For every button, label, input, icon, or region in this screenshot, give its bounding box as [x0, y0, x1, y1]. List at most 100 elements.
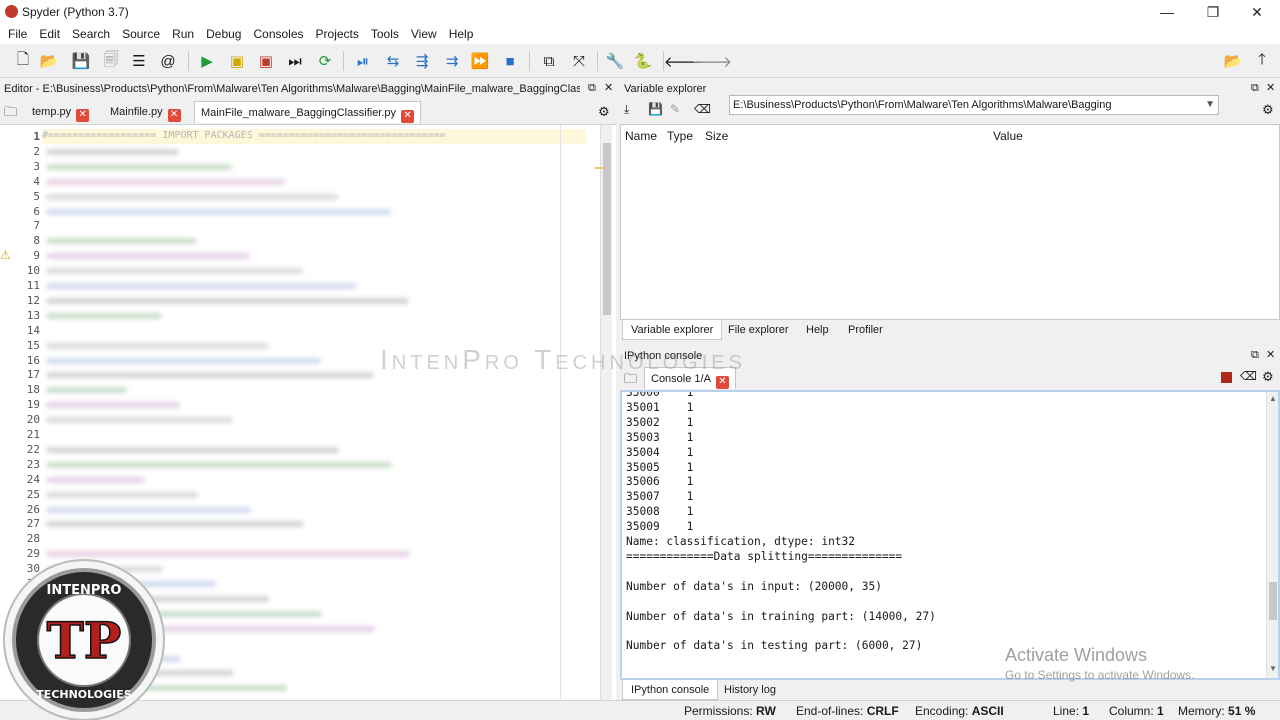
warning-icon: ⚠: [0, 248, 11, 262]
run-cell-advance-icon[interactable]: ▣: [255, 50, 277, 72]
close-tab-icon[interactable]: ✕: [715, 376, 729, 389]
eraser-icon[interactable]: ⌫: [1240, 369, 1257, 383]
header-name[interactable]: Name: [625, 129, 657, 143]
menu-debug[interactable]: Debug: [206, 27, 249, 41]
minimize-button[interactable]: —: [1144, 0, 1190, 24]
menu-projects[interactable]: Projects: [316, 27, 367, 41]
step-into-icon[interactable]: ⇶: [411, 50, 433, 72]
working-directory-value: E:\Business\Products\Python\From\Malware…: [733, 99, 1112, 111]
console-scroll-thumb[interactable]: [1269, 582, 1277, 620]
open-file-icon[interactable]: 📂: [38, 50, 60, 72]
close-tab-icon[interactable]: ✕: [167, 109, 181, 122]
gear-icon[interactable]: ⚙: [1262, 369, 1274, 385]
close-pane-icon[interactable]: ✕: [604, 81, 613, 94]
run-icon[interactable]: ▶: [196, 50, 218, 72]
stop-kernel-icon[interactable]: [1221, 372, 1232, 383]
line-number: 25: [26, 487, 40, 501]
tab-file-explorer[interactable]: File explorer: [720, 320, 797, 340]
variable-explorer[interactable]: Name Type Size Value: [620, 124, 1280, 320]
menu-source[interactable]: Source: [122, 27, 168, 41]
menu-help[interactable]: Help: [449, 27, 482, 41]
line-number: 7: [33, 219, 40, 233]
undock-icon[interactable]: ⧉: [588, 82, 596, 95]
chevron-down-icon[interactable]: ▼: [1205, 96, 1215, 114]
save-as-icon[interactable]: ✎: [670, 102, 680, 116]
forward-arrow-icon[interactable]: 🡒: [692, 50, 732, 72]
line-number: 10: [26, 264, 40, 278]
tab-variable-explorer[interactable]: Variable explorer: [622, 320, 723, 340]
menu-search[interactable]: Search: [72, 27, 118, 41]
tab-temp[interactable]: temp.py ✕: [26, 101, 95, 123]
menu-consoles[interactable]: Consoles: [253, 27, 311, 41]
line-number: 5: [33, 189, 40, 203]
maximize-pane-icon[interactable]: ⧉: [538, 50, 560, 72]
menu-run[interactable]: Run: [172, 27, 202, 41]
save-all-icon[interactable]: 🗐: [100, 50, 122, 72]
line-number: 16: [26, 353, 40, 367]
run-cell-icon[interactable]: ▣: [226, 50, 248, 72]
line-number: 21: [26, 428, 40, 441]
fullscreen-icon[interactable]: ⤧: [568, 50, 590, 72]
working-directory-input[interactable]: E:\Business\Products\Python\From\Malware…: [729, 95, 1219, 115]
menu-file[interactable]: File: [8, 27, 35, 41]
preferences-icon[interactable]: 🔧: [604, 50, 626, 72]
run-selection-icon[interactable]: ⏭: [284, 50, 306, 72]
header-size[interactable]: Size: [705, 129, 728, 143]
console-output: 35000 1 35001 1 35002 1 35003 1 35004 1 …: [626, 392, 936, 653]
close-window-button[interactable]: ✕: [1234, 0, 1280, 24]
line-number: 18: [26, 383, 40, 397]
watermark-text: IntenPro Technologies: [380, 344, 746, 375]
code-line: [46, 208, 391, 215]
menu-view[interactable]: View: [411, 27, 445, 41]
code-line: [46, 268, 303, 275]
browse-tabs-icon[interactable]: 🗀: [4, 103, 17, 125]
save-file-icon[interactable]: 💾: [70, 50, 92, 72]
save-data-icon[interactable]: 💾: [648, 102, 663, 116]
line-number: 15: [26, 338, 40, 352]
browse-folder-icon[interactable]: 📂: [1222, 50, 1244, 72]
menu-tools[interactable]: Tools: [371, 27, 407, 41]
undock-icon[interactable]: ⧉: [1251, 82, 1259, 95]
menu-edit[interactable]: Edit: [39, 27, 68, 41]
tab-profiler[interactable]: Profiler: [840, 320, 891, 340]
code-line: [46, 178, 285, 185]
new-file-icon[interactable]: 🗋: [12, 50, 34, 72]
undock-icon[interactable]: ⧉: [1251, 349, 1259, 362]
code-line: [46, 253, 250, 260]
close-tab-icon[interactable]: ✕: [401, 110, 415, 123]
tab-mainfile[interactable]: Mainfile.py ✕: [104, 101, 187, 123]
tab-mainfile-bagging[interactable]: MainFile_malware_BaggingClassifier.py ✕: [194, 101, 422, 123]
header-value[interactable]: Value: [993, 129, 1023, 143]
stop-debug-icon[interactable]: ■: [499, 50, 521, 72]
restore-button[interactable]: ❐: [1190, 0, 1236, 24]
line-number: 28: [26, 532, 40, 546]
rerun-icon[interactable]: ⟳: [314, 50, 336, 72]
parent-directory-icon[interactable]: 🡑: [1251, 50, 1273, 72]
continue-icon[interactable]: ⏩: [469, 50, 491, 72]
encoding-value: ASCII: [971, 704, 1004, 718]
gear-icon[interactable]: ⚙: [598, 104, 610, 120]
gear-icon[interactable]: ⚙: [1262, 102, 1274, 118]
step-icon[interactable]: ⇆: [382, 50, 404, 72]
line-number: 24: [26, 472, 40, 486]
tab-help[interactable]: Help: [798, 320, 837, 340]
close-pane-icon[interactable]: ✕: [1266, 348, 1275, 361]
menu-bar: File Edit Search Source Run Debug Consol…: [0, 24, 1280, 44]
tab-history-log[interactable]: History log: [716, 680, 784, 700]
at-icon[interactable]: @: [157, 50, 179, 72]
line-number: 8: [33, 234, 40, 248]
eraser-icon[interactable]: ⌫: [694, 102, 711, 116]
list-icon[interactable]: ☰: [128, 50, 150, 72]
python-path-icon[interactable]: 🐍: [632, 50, 654, 72]
debug-icon[interactable]: ⏯: [352, 50, 374, 72]
tab-ipython-console[interactable]: IPython console: [622, 680, 719, 700]
header-type[interactable]: Type: [667, 129, 693, 143]
console-scrollbar[interactable]: ▲ ▼: [1266, 392, 1278, 678]
import-data-icon[interactable]: ⤓: [624, 102, 629, 117]
ipython-console[interactable]: 35000 1 35001 1 35002 1 35003 1 35004 1 …: [620, 390, 1280, 680]
step-return-icon[interactable]: ⇉: [441, 50, 463, 72]
close-tab-icon[interactable]: ✕: [76, 109, 90, 122]
close-pane-icon[interactable]: ✕: [1266, 81, 1275, 94]
editor-scrollbar[interactable]: [595, 125, 612, 701]
code-line: [46, 283, 356, 289]
